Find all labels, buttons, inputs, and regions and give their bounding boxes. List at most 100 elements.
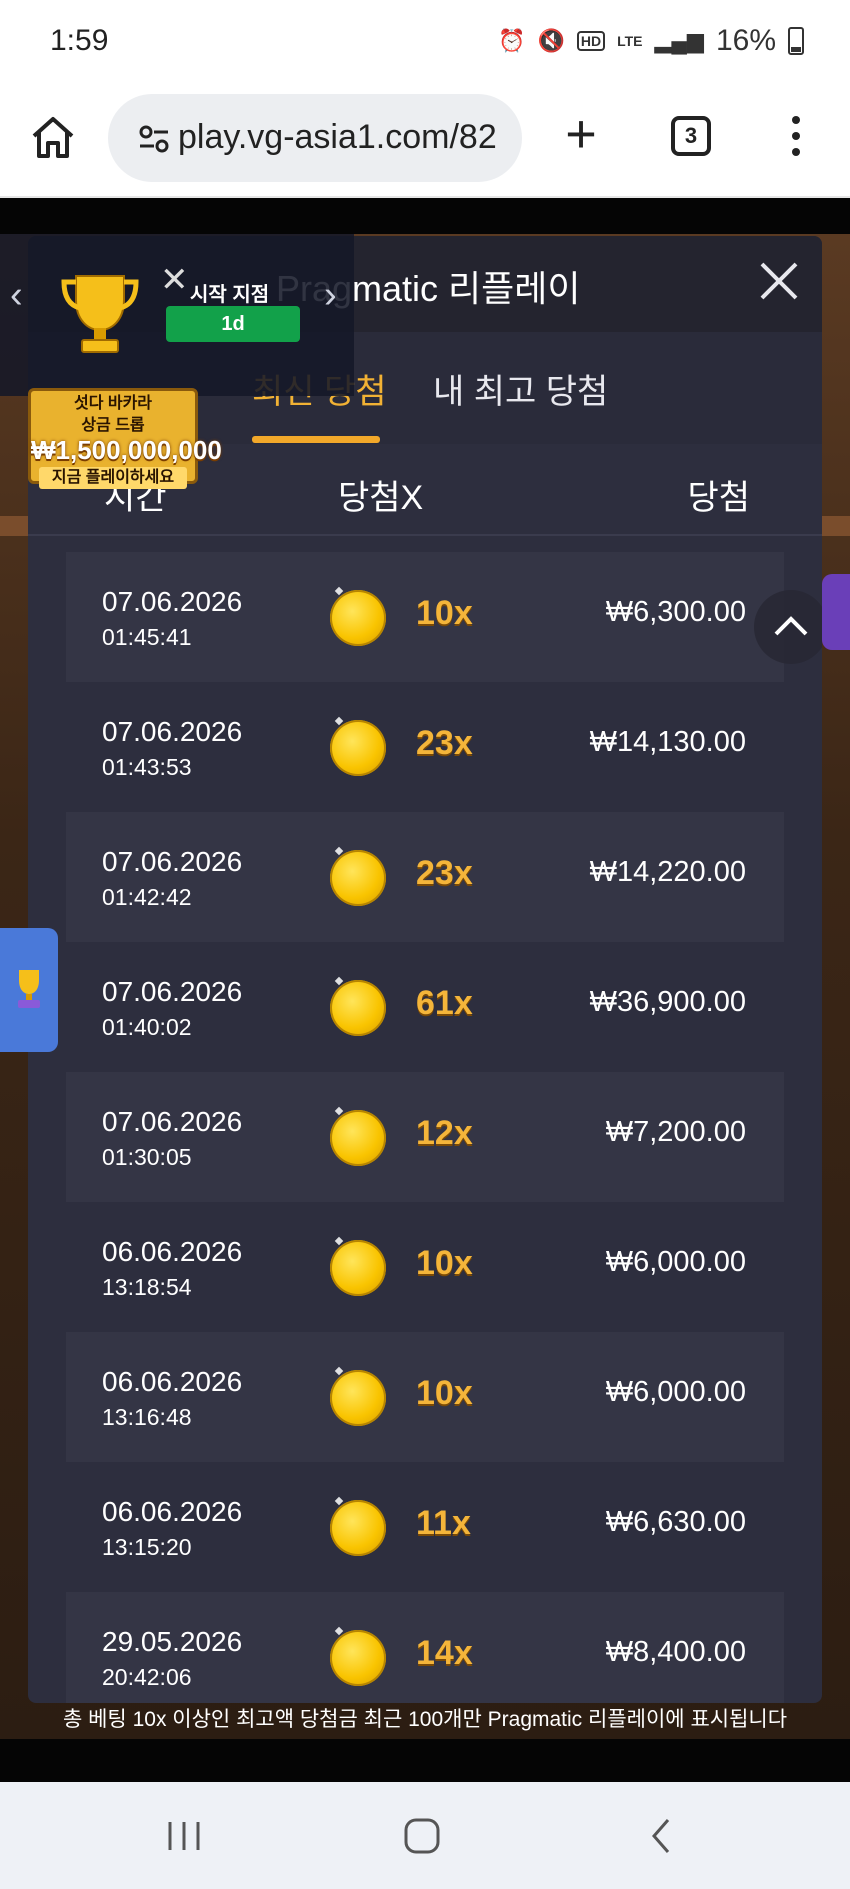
back-icon[interactable] (646, 1816, 676, 1856)
row-date: 07.06.2026 (102, 976, 243, 1007)
coin-icon (330, 1370, 386, 1426)
row-date: 06.06.2026 (102, 1496, 243, 1527)
url-bar[interactable]: play.vg-asia1.com/82 (108, 94, 522, 182)
mute-icon: 🔇 (537, 28, 565, 53)
coin-icon (330, 590, 386, 646)
row-date: 07.06.2026 (102, 586, 243, 617)
coin-icon (330, 1240, 386, 1296)
row-date: 06.06.2026 (102, 1236, 243, 1267)
row-date: 06.06.2026 (102, 1366, 243, 1397)
chevron-right-icon[interactable]: › (324, 274, 337, 317)
row-multiplier: 61x (416, 984, 473, 1022)
wins-list: 07.06.2026 01:45:41 10x ₩6,300.00 07.06.… (66, 552, 784, 1703)
column-header-win: 당첨 (687, 479, 750, 517)
list-item[interactable]: 07.06.2026 01:40:02 61x ₩36,900.00 (66, 942, 784, 1072)
coin-icon (330, 720, 386, 776)
hd-icon: HD (576, 31, 606, 51)
trophy-icon (58, 270, 142, 356)
row-time: 13:18:54 (102, 1274, 192, 1300)
row-time: 01:43:53 (102, 754, 192, 780)
chevron-left-icon[interactable]: ‹ (10, 274, 23, 317)
list-item[interactable]: 07.06.2026 01:30:05 12x ₩7,200.00 (66, 1072, 784, 1202)
row-win: ₩6,630.00 (605, 1506, 746, 1538)
coin-icon (330, 1630, 386, 1686)
promo-amount: ₩1,500,000,000 (31, 435, 222, 465)
row-win: ₩36,900.00 (589, 986, 746, 1018)
system-nav-bar (0, 1782, 850, 1889)
tab-my-best-wins[interactable]: 내 최고 당첨 (433, 364, 608, 413)
list-item[interactable]: 07.06.2026 01:42:42 23x ₩14,220.00 (66, 812, 784, 942)
row-time: 13:16:48 (102, 1404, 192, 1430)
row-win: ₩6,000.00 (605, 1246, 746, 1278)
status-time: 1:59 (50, 24, 109, 57)
promo-widget[interactable]: ‹ ✕ 시작 지점 1d › (0, 234, 354, 396)
list-item[interactable]: 07.06.2026 01:43:53 23x ₩14,130.00 (66, 682, 784, 812)
row-time: 01:30:05 (102, 1144, 192, 1170)
more-icon[interactable] (786, 112, 806, 162)
footer-note: 총 베팅 10x 이상인 최고액 당첨금 최근 100개만 Pragmatic … (62, 1708, 788, 1731)
promo-banner-line1: 섯다 바카라 (73, 395, 153, 412)
list-item[interactable]: 06.06.2026 13:16:48 10x ₩6,000.00 (66, 1332, 784, 1462)
status-bar: 1:59 ⏰ 🔇 HD LTE ▂▄▆ 16% (0, 0, 850, 86)
row-multiplier: 10x (416, 1374, 473, 1412)
list-item[interactable]: 29.05.2026 20:42:06 14x ₩8,400.00 (66, 1592, 784, 1703)
browser-toolbar: play.vg-asia1.com/82 + 3 (0, 86, 850, 198)
row-multiplier: 10x (416, 594, 473, 632)
row-multiplier: 12x (416, 1114, 473, 1152)
column-header-multiplier: 당첨X (338, 479, 424, 517)
row-time: 01:40:02 (102, 1014, 192, 1040)
chevron-up-icon[interactable] (754, 590, 822, 664)
promo-banner-line2: 상금 드롭 (81, 417, 145, 434)
url-text: play.vg-asia1.com/82 (178, 118, 497, 156)
status-icons: ⏰ 🔇 HD LTE ▂▄▆ 16% (498, 24, 804, 58)
side-tab[interactable] (822, 574, 850, 650)
row-multiplier: 23x (416, 854, 473, 892)
coin-icon (330, 1110, 386, 1166)
battery-percent: 16% (715, 24, 776, 57)
row-multiplier: 11x (416, 1504, 471, 1542)
close-icon[interactable] (756, 258, 802, 304)
close-promo-icon[interactable]: ✕ (160, 260, 189, 300)
side-trophy-button[interactable] (0, 928, 58, 1052)
row-win: ₩7,200.00 (605, 1116, 746, 1148)
plus-icon[interactable]: + (556, 104, 606, 164)
promo-days-badge: 1d (166, 306, 300, 342)
home-icon[interactable] (28, 112, 78, 162)
alarm-icon: ⏰ (498, 28, 526, 53)
row-win: ₩14,220.00 (589, 856, 746, 888)
coin-icon (330, 850, 386, 906)
row-time: 01:45:41 (102, 624, 192, 650)
row-time: 20:42:06 (102, 1664, 192, 1690)
home-nav-icon[interactable] (402, 1816, 442, 1856)
list-item[interactable]: 06.06.2026 13:18:54 10x ₩6,000.00 (66, 1202, 784, 1332)
row-date: 07.06.2026 (102, 846, 243, 877)
row-time: 01:42:42 (102, 884, 192, 910)
row-win: ₩6,300.00 (605, 596, 746, 628)
promo-cta[interactable]: 지금 플레이하세요 (39, 467, 187, 489)
row-time: 13:15:20 (102, 1534, 192, 1560)
row-win: ₩14,130.00 (589, 726, 746, 758)
row-date: 07.06.2026 (102, 716, 243, 747)
tabs-icon[interactable]: 3 (671, 116, 711, 156)
row-multiplier: 23x (416, 724, 473, 762)
list-item[interactable]: 06.06.2026 13:15:20 11x ₩6,630.00 (66, 1462, 784, 1592)
battery-icon (788, 27, 804, 55)
list-item[interactable]: 07.06.2026 01:45:41 10x ₩6,300.00 (66, 552, 784, 682)
promo-start-label: 시작 지점 (190, 284, 270, 306)
game-area: Pragmatic 리플레이 최신 당첨 내 최고 당첨 시간 당첨X 당첨 0… (0, 198, 850, 1782)
recents-icon[interactable] (164, 1816, 204, 1856)
tune-icon[interactable] (138, 124, 170, 154)
row-win: ₩6,000.00 (605, 1376, 746, 1408)
trophy-icon (12, 968, 46, 1010)
promo-banner[interactable]: 섯다 바카라 상금 드롭 ₩1,500,000,000 지금 플레이하세요 (28, 388, 222, 489)
signal-icon: ▂▄▆ (654, 28, 704, 53)
row-date: 29.05.2026 (102, 1626, 243, 1657)
coin-icon (330, 980, 386, 1036)
row-multiplier: 10x (416, 1244, 473, 1282)
coin-icon (330, 1500, 386, 1556)
lte-label: LTE (617, 33, 643, 49)
row-date: 07.06.2026 (102, 1106, 243, 1137)
row-win: ₩8,400.00 (605, 1636, 746, 1668)
active-tab-indicator (252, 436, 380, 443)
row-multiplier: 14x (416, 1634, 473, 1672)
